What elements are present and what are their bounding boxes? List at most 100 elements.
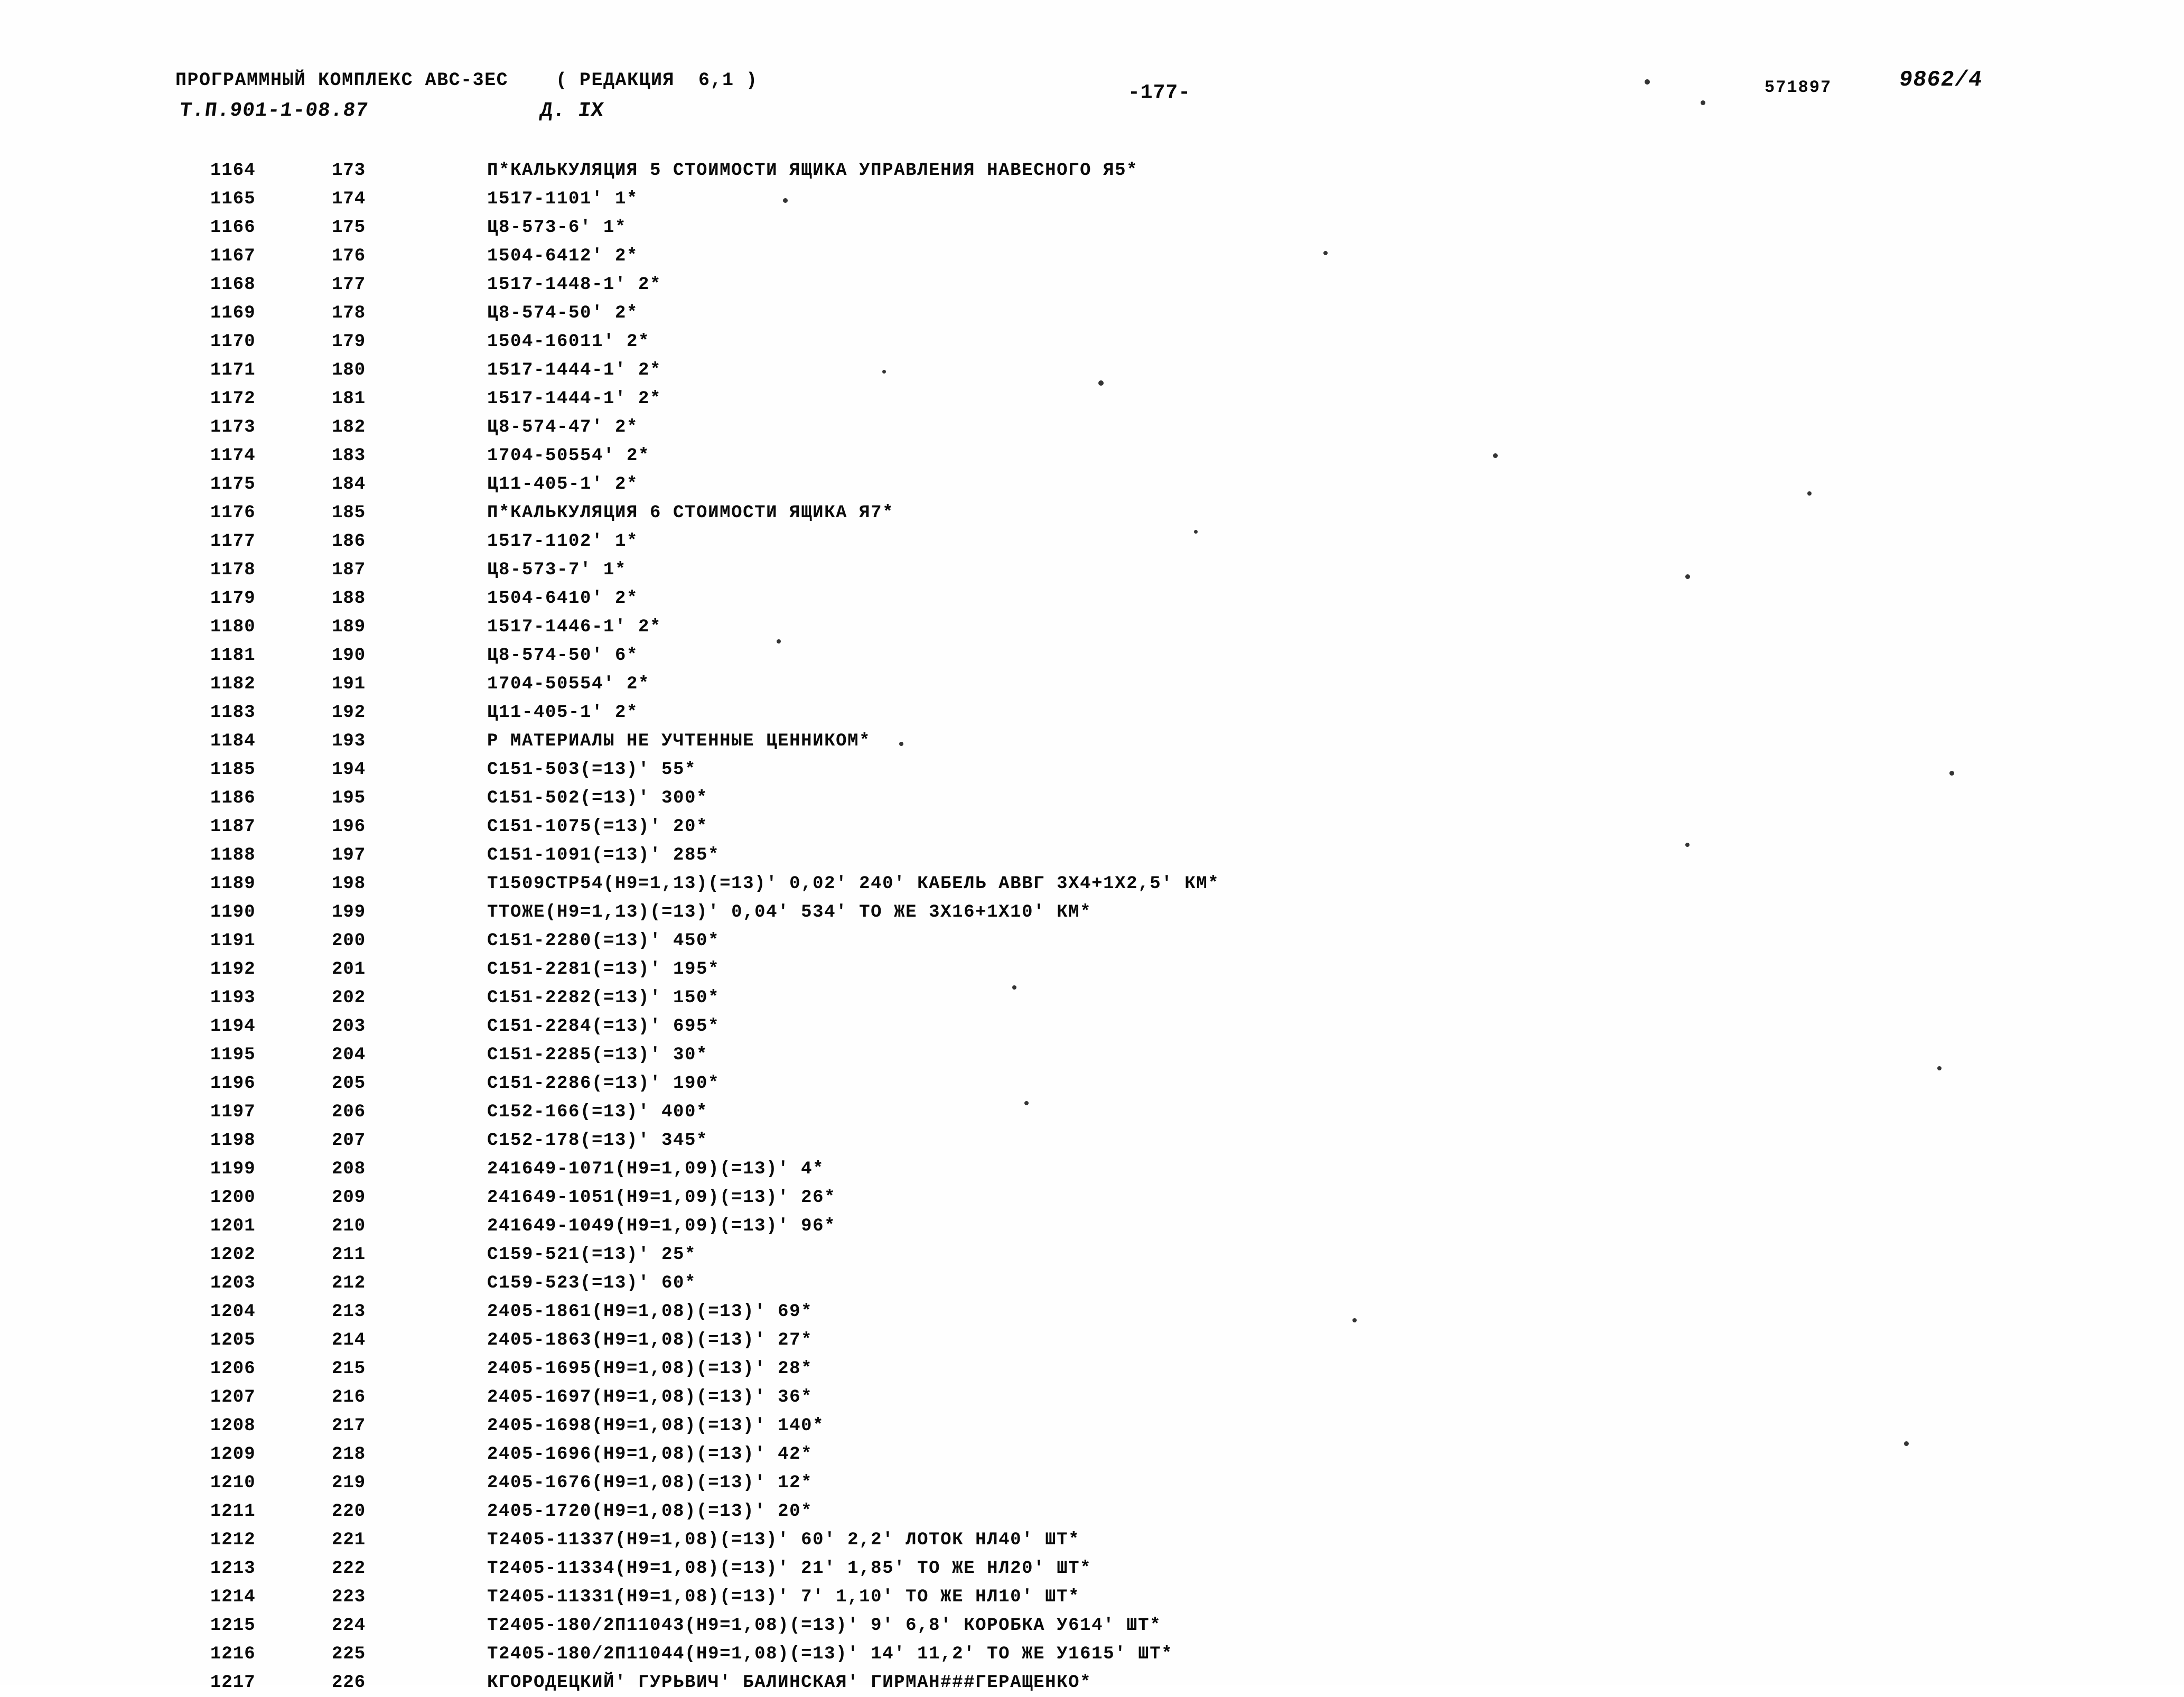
listing-row: 1216 225 Т2405-180/2П11044(Н9=1,08)(=13)' … [0, 1640, 2184, 1668]
row-content: ТТОЖЕ(Н9=1,13)(=13)' 0,04' 534' ТО ЖЕ 3Х… [487, 902, 1092, 922]
row-content: Ц8-573-7' 1* [487, 560, 627, 580]
row-sequence-number: 1216 [210, 1644, 256, 1664]
listing-row: 1194 203 С151-2284(=13)' 695* [0, 1012, 2184, 1041]
row-line-number: 205 [332, 1074, 366, 1094]
row-content: 1704-50554' 2* [487, 446, 650, 466]
row-content: 1504-6410' 2* [487, 589, 639, 609]
scan-speck [1493, 453, 1498, 458]
scan-speck [1701, 100, 1705, 105]
row-content: С152-166(=13)' 400* [487, 1102, 708, 1122]
listing-row: 1201 210 241649-1049(Н9=1,09)(=13)' 96* [0, 1212, 2184, 1241]
row-sequence-number: 1191 [210, 931, 256, 951]
listing-row: 1205 214 2405-1863(Н9=1,08)(=13)' 27* [0, 1326, 2184, 1355]
scan-speck [1904, 1441, 1909, 1446]
row-line-number: 176 [332, 246, 366, 266]
row-sequence-number: 1169 [210, 303, 256, 323]
row-content: С151-2281(=13)' 195* [487, 959, 720, 980]
row-line-number: 178 [332, 303, 366, 323]
listing-row: 1209 218 2405-1696(Н9=1,08)(=13)' 42* [0, 1440, 2184, 1469]
listing-row: 1184 193 Р МАТЕРИАЛЫ НЕ УЧТЕННЫЕ ЦЕННИКОМ* [0, 727, 2184, 756]
row-line-number: 214 [332, 1330, 366, 1350]
program-listing: 1164 173 П*КАЛЬКУЛЯЦИЯ 5 СТОИМОСТИ ЯЩИКА У… [0, 156, 2184, 1697]
scan-speck [777, 639, 781, 644]
row-sequence-number: 1207 [210, 1387, 256, 1407]
scan-speck [783, 198, 788, 203]
row-line-number: 186 [332, 532, 366, 552]
row-content: 2405-1720(Н9=1,08)(=13)' 20* [487, 1502, 813, 1522]
scan-speck [1645, 79, 1650, 85]
row-content: 1517-1446-1' 2* [487, 617, 662, 637]
row-content: 1504-6412' 2* [487, 246, 639, 266]
listing-row: 1178 187 Ц8-573-7' 1* [0, 556, 2184, 584]
row-sequence-number: 1198 [210, 1131, 256, 1151]
row-line-number: 182 [332, 417, 366, 437]
listing-row: 1204 213 2405-1861(Н9=1,08)(=13)' 69* [0, 1298, 2184, 1326]
row-content: Ц8-574-50' 2* [487, 303, 639, 323]
row-content: КГОРОДЕЦКИЙ' ГУРЬВИЧ' БАЛИНСКАЯ' ГИРМАН#… [487, 1673, 1092, 1693]
row-sequence-number: 1217 [210, 1673, 256, 1693]
row-sequence-number: 1202 [210, 1245, 256, 1265]
listing-row: 1166 175 Ц8-573-6' 1* [0, 213, 2184, 242]
row-content: С151-502(=13)' 300* [487, 788, 708, 808]
row-content: Р МАТЕРИАЛЫ НЕ УЧТЕННЫЕ ЦЕННИКОМ* [487, 731, 871, 751]
row-line-number: 223 [332, 1587, 366, 1607]
row-line-number: 189 [332, 617, 366, 637]
page-number: -177- [1128, 81, 1191, 104]
listing-row: 1174 183 1704-50554' 2* [0, 442, 2184, 470]
row-content: С151-2285(=13)' 30* [487, 1045, 708, 1065]
row-sequence-number: 1189 [210, 874, 256, 894]
row-sequence-number: 1165 [210, 189, 256, 209]
row-content: Т2405-11334(Н9=1,08)(=13)' 21' 1,85' ТО … [487, 1559, 1092, 1579]
scan-speck [1323, 251, 1328, 255]
row-content: 1517-1102' 1* [487, 532, 639, 552]
row-line-number: 204 [332, 1045, 366, 1065]
listing-row: 1186 195 С151-502(=13)' 300* [0, 784, 2184, 813]
row-sequence-number: 1209 [210, 1444, 256, 1465]
scan-speck [1937, 1066, 1942, 1070]
row-sequence-number: 1205 [210, 1330, 256, 1350]
row-sequence-number: 1201 [210, 1216, 256, 1236]
listing-row: 1181 190 Ц8-574-50' 6* [0, 641, 2184, 670]
listing-row: 1176 185 П*КАЛЬКУЛЯЦИЯ 6 СТОИМОСТИ ЯЩИКА Я… [0, 499, 2184, 527]
listing-row: 1215 224 Т2405-180/2П11043(Н9=1,08)(=13)' … [0, 1611, 2184, 1640]
row-line-number: 210 [332, 1216, 366, 1236]
row-content: П*КАЛЬКУЛЯЦИЯ 6 СТОИМОСТИ ЯЩИКА Я7* [487, 503, 894, 523]
scan-speck [1194, 530, 1198, 534]
row-sequence-number: 1178 [210, 560, 256, 580]
row-sequence-number: 1180 [210, 617, 256, 637]
row-line-number: 199 [332, 902, 366, 922]
row-sequence-number: 1186 [210, 788, 256, 808]
row-sequence-number: 1206 [210, 1359, 256, 1379]
row-sequence-number: 1173 [210, 417, 256, 437]
row-line-number: 193 [332, 731, 366, 751]
listing-row: 1197 206 С152-166(=13)' 400* [0, 1098, 2184, 1126]
listing-row: 1180 189 1517-1446-1' 2* [0, 613, 2184, 641]
row-content: 2405-1861(Н9=1,08)(=13)' 69* [487, 1302, 813, 1322]
row-sequence-number: 1164 [210, 161, 256, 181]
row-content: Ц8-574-47' 2* [487, 417, 639, 437]
scan-speck [1352, 1318, 1357, 1322]
row-line-number: 216 [332, 1387, 366, 1407]
row-sequence-number: 1171 [210, 360, 256, 380]
row-sequence-number: 1213 [210, 1559, 256, 1579]
row-sequence-number: 1195 [210, 1045, 256, 1065]
row-line-number: 206 [332, 1102, 366, 1122]
row-content: С151-1091(=13)' 285* [487, 845, 720, 865]
row-content: С151-2284(=13)' 695* [487, 1017, 720, 1037]
listing-row: 1172 181 1517-1444-1' 2* [0, 385, 2184, 413]
row-content: Ц8-574-50' 6* [487, 646, 639, 666]
listing-row: 1199 208 241649-1071(Н9=1,09)(=13)' 4* [0, 1155, 2184, 1183]
row-sequence-number: 1170 [210, 332, 256, 352]
listing-row: 1200 209 241649-1051(Н9=1,09)(=13)' 26* [0, 1183, 2184, 1212]
row-content: 1517-1444-1' 2* [487, 360, 662, 380]
document-number: 9862/4 [1897, 67, 1984, 92]
row-content: С159-521(=13)' 25* [487, 1245, 697, 1265]
row-line-number: 224 [332, 1616, 366, 1636]
row-sequence-number: 1203 [210, 1273, 256, 1293]
row-line-number: 200 [332, 931, 366, 951]
listing-row: 1167 176 1504-6412' 2* [0, 242, 2184, 271]
row-line-number: 190 [332, 646, 366, 666]
listing-row: 1164 173 П*КАЛЬКУЛЯЦИЯ 5 СТОИМОСТИ ЯЩИКА У… [0, 156, 2184, 185]
row-sequence-number: 1187 [210, 817, 256, 837]
listing-row: 1169 178 Ц8-574-50' 2* [0, 299, 2184, 328]
